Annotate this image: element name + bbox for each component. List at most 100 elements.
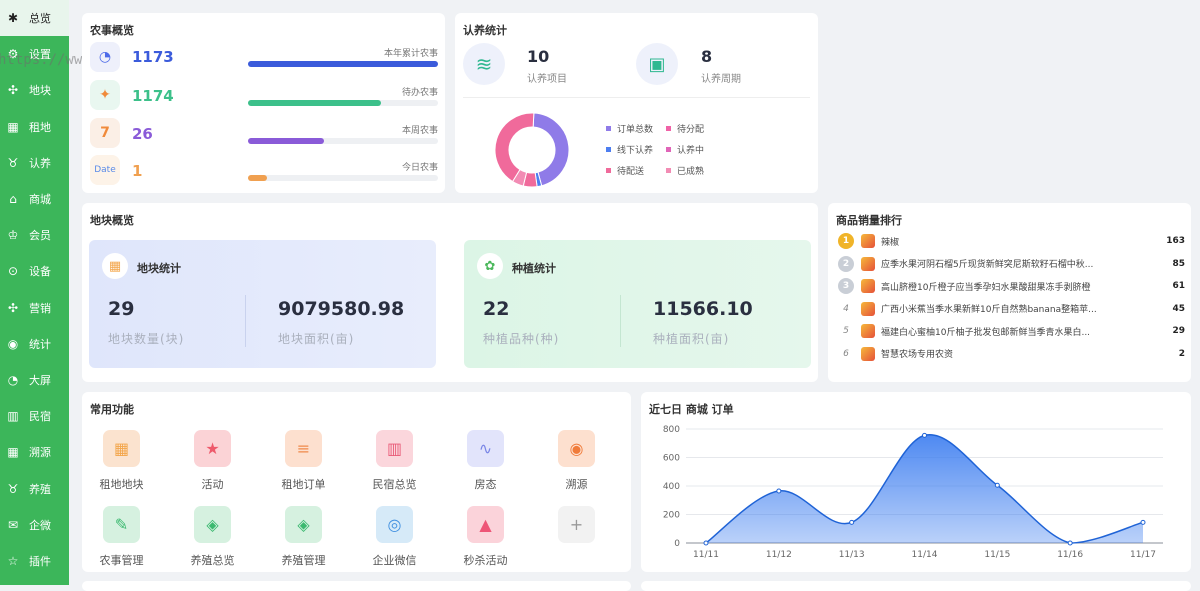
legend-item: 已成熟 bbox=[666, 160, 726, 181]
y-tick-label: 0 bbox=[674, 539, 680, 549]
land-stats-title: 地块统计 bbox=[137, 262, 181, 275]
product-name: 福建白心蜜柚10斤柚子批发包邮新鲜当季青水果白... bbox=[881, 327, 1091, 338]
legend-label: 待分配 bbox=[677, 125, 705, 135]
farm-value: 1174 bbox=[132, 87, 174, 105]
function-item[interactable]: ◈ 养殖管理 bbox=[258, 506, 349, 568]
farm-label: 今日农事 bbox=[401, 163, 438, 173]
function-icon: ◈ bbox=[194, 506, 231, 543]
function-icon: ◎ bbox=[376, 506, 413, 543]
function-icon: ◈ bbox=[285, 506, 322, 543]
marketing-icon: ✣ bbox=[7, 300, 19, 315]
card-title: 商品销量排行 bbox=[836, 214, 902, 227]
sidebar-item-13[interactable]: ♉ 养殖 bbox=[0, 470, 69, 506]
function-item[interactable]: ◈ 养殖总览 bbox=[167, 506, 258, 568]
legend-swatch bbox=[606, 126, 611, 131]
legend-item: 订单总数 bbox=[606, 118, 666, 139]
sidebar-item-label: 营销 bbox=[29, 301, 51, 315]
farm-value: 1 bbox=[132, 162, 143, 180]
function-item[interactable]: ✎ 农事管理 bbox=[76, 506, 167, 568]
sidebar-item-label: 设置 bbox=[29, 48, 51, 62]
x-tick-label: 11/11 bbox=[693, 550, 719, 560]
legend-label: 订单总数 bbox=[617, 125, 654, 135]
legend-label: 认养中 bbox=[677, 146, 705, 156]
sidebar-item-6[interactable]: ♔ 会员 bbox=[0, 217, 69, 253]
calendar-icon: ▣ bbox=[636, 43, 678, 85]
sidebar-item-5[interactable]: ⌂ 商城 bbox=[0, 181, 69, 217]
ranking-row[interactable]: 5 福建白心蜜柚10斤柚子批发包邮新鲜当季青水果白... 29 bbox=[838, 320, 1185, 343]
farm-progress-track bbox=[248, 138, 438, 144]
card-title: 地块概览 bbox=[90, 214, 134, 227]
sidebar-item-label: 地块 bbox=[29, 84, 51, 98]
pin-icon: ✦ bbox=[90, 80, 120, 110]
function-label: 民宿总览 bbox=[372, 478, 417, 491]
plant-count-value: 22 bbox=[483, 298, 510, 320]
legend-swatch bbox=[666, 126, 671, 131]
sidebar-item-10[interactable]: ◔ 大屏 bbox=[0, 362, 69, 398]
sidebar-item-9[interactable]: ◉ 统计 bbox=[0, 326, 69, 362]
function-icon: ▦ bbox=[103, 430, 140, 467]
sidebar-item-12[interactable]: ▦ 溯源 bbox=[0, 434, 69, 470]
dashboard-icon: ✱ bbox=[7, 11, 19, 26]
x-tick-label: 11/14 bbox=[912, 550, 938, 560]
sales-count: 85 bbox=[1172, 258, 1185, 269]
product-thumbnail bbox=[861, 279, 875, 294]
function-icon: ◉ bbox=[558, 430, 595, 467]
function-icon: ▥ bbox=[376, 430, 413, 467]
farm-label: 本年累计农事 bbox=[383, 49, 438, 59]
data-point bbox=[776, 488, 782, 494]
legend-label: 线下认养 bbox=[617, 146, 654, 156]
function-item[interactable]: ∿ 房态 bbox=[440, 430, 531, 492]
x-tick-label: 11/12 bbox=[766, 550, 792, 560]
function-label: 租地订单 bbox=[281, 478, 326, 491]
x-tick-label: 11/16 bbox=[1057, 550, 1083, 560]
legend-item: 认养中 bbox=[666, 139, 726, 160]
function-label: 活动 bbox=[201, 478, 224, 491]
sidebar-item-11[interactable]: ▥ 民宿 bbox=[0, 398, 69, 434]
location-icon: ⊙ bbox=[7, 264, 19, 279]
sidebar-item-4[interactable]: ♉ 认养 bbox=[0, 145, 69, 181]
sidebar-item-7[interactable]: ⊙ 设备 bbox=[0, 253, 69, 289]
sidebar-item-3[interactable]: ▦ 租地 bbox=[0, 109, 69, 145]
ranking-row[interactable]: 6 智慧农场专用农资 2 bbox=[838, 343, 1185, 366]
functions-grid: ▦ 租地地块 ★ 活动 ≡ 租地订单 ▥ 民宿总览 ∿ 房态 ◉ 溯源 ✎ 农事管理 ◈ 养殖总览 ◈ 养殖管理 ◎… bbox=[76, 430, 625, 568]
function-icon: ✎ bbox=[103, 506, 140, 543]
ranking-row[interactable]: 4 广西小米蕉当季水果新鲜10斤自然熟banana整箱苹... 45 bbox=[838, 298, 1185, 321]
function-item[interactable]: ★ 活动 bbox=[167, 430, 258, 492]
farm-progress-fill bbox=[248, 175, 267, 181]
product-name: 智慧农场专用农资 bbox=[881, 350, 954, 361]
function-label: 溯源 bbox=[565, 478, 588, 491]
sidebar-item-2[interactable]: ✣ 地块 bbox=[0, 72, 69, 108]
function-item[interactable]: ◉ 溯源 bbox=[531, 430, 622, 492]
function-item[interactable]: ▦ 租地地块 bbox=[76, 430, 167, 492]
farm-progress-fill bbox=[248, 61, 438, 67]
sidebar-item-15[interactable]: ☆ 插件 bbox=[0, 543, 69, 579]
sidebar-item-0[interactable]: ✱ 总览 bbox=[0, 0, 69, 37]
legend-label: 待配送 bbox=[617, 167, 645, 177]
land-overview-card: 地块概览 ▦ 地块统计 29 地块数量(块) 9079580.98 地块面积(亩… bbox=[82, 203, 818, 382]
function-item[interactable]: ◎ 企业微信 bbox=[349, 506, 440, 568]
x-tick-label: 11/17 bbox=[1130, 550, 1156, 560]
breed-icon: ♉ bbox=[7, 481, 19, 496]
ranking-row[interactable]: 2 应季水果河阴石榴5斤现货新鲜突尼斯软籽石榴中秋... 85 bbox=[838, 253, 1185, 276]
function-item[interactable]: ▥ 民宿总览 bbox=[349, 430, 440, 492]
adopt-icon: ♉ bbox=[7, 155, 19, 170]
add-icon: + bbox=[558, 506, 595, 543]
sidebar-item-label: 养殖 bbox=[29, 482, 51, 496]
sidebar-item-label: 插件 bbox=[29, 554, 51, 568]
sales-count: 29 bbox=[1172, 326, 1185, 337]
sidebar-item-8[interactable]: ✣ 营销 bbox=[0, 290, 69, 326]
ranking-row[interactable]: 1 辣椒 163 bbox=[838, 230, 1185, 253]
adopt-projects-value: 10 bbox=[527, 47, 550, 66]
function-item[interactable]: ▲ 秒杀活动 bbox=[440, 506, 531, 568]
function-item[interactable]: ≡ 租地订单 bbox=[258, 430, 349, 492]
sidebar-item-1[interactable]: ⚙ 设置 bbox=[0, 36, 69, 72]
chart-pie-icon: ◔ bbox=[90, 42, 120, 72]
ranking-row[interactable]: 3 高山脐橙10斤橙子应当季孕妇水果酸甜果冻手剥脐橙 61 bbox=[838, 275, 1185, 298]
bottom-card-left bbox=[82, 581, 631, 591]
land-count-label: 地块数量(块) bbox=[108, 332, 185, 346]
product-thumbnail bbox=[861, 301, 875, 316]
sidebar-item-14[interactable]: ✉ 企微 bbox=[0, 507, 69, 543]
function-item[interactable]: + bbox=[531, 506, 622, 568]
planting-stats-panel: ✿ 种植统计 22 种植品种(种) 11566.10 种植面积(亩) bbox=[464, 240, 811, 368]
x-tick-label: 11/13 bbox=[839, 550, 865, 560]
